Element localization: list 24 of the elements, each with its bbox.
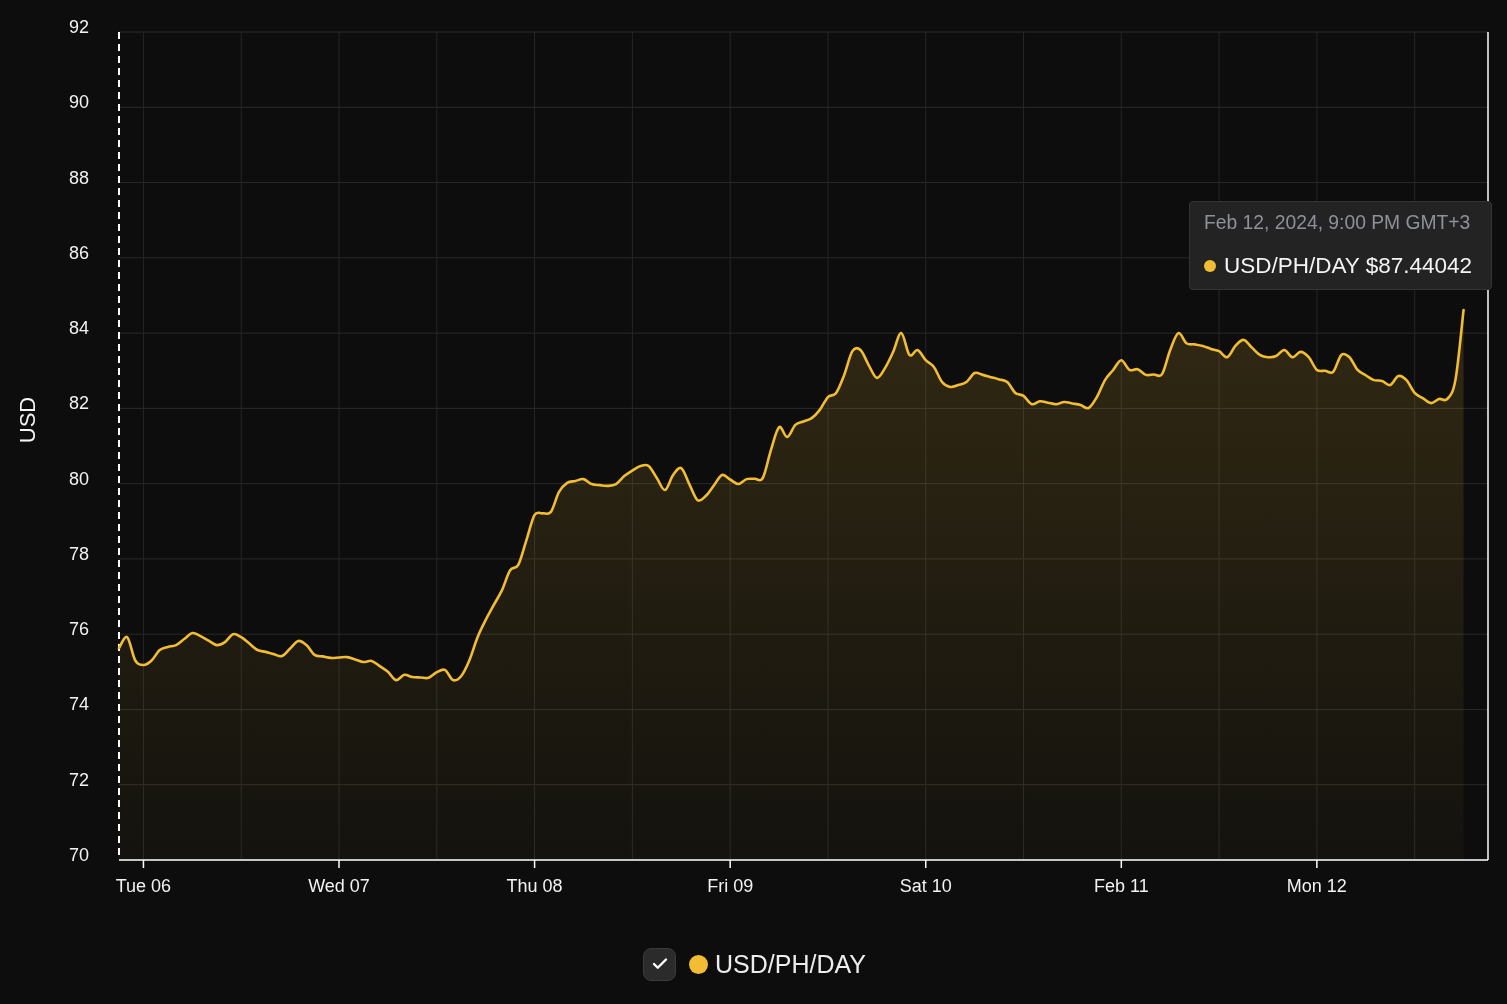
x-tick-label: Thu 08 xyxy=(506,876,563,896)
y-tick-label: 90 xyxy=(68,92,89,113)
y-tick-label: 86 xyxy=(68,242,89,263)
tooltip-title: Feb 12, 2024, 9:00 PM GMT+3 xyxy=(1204,212,1472,234)
tooltip-value: USD/PH/DAY $87.44042 xyxy=(1224,252,1473,279)
x-tick-label: Fri 09 xyxy=(707,876,754,896)
y-tick-label: 92 xyxy=(68,17,89,37)
y-tick-label: 84 xyxy=(68,318,89,339)
y-tick-label: 70 xyxy=(68,845,89,865)
x-tick-label: Mon 12 xyxy=(1286,876,1347,896)
y-tick-label: 72 xyxy=(68,769,89,790)
x-tick-label: Feb 11 xyxy=(1093,876,1149,896)
legend-label: USD/PH/DAY xyxy=(715,949,866,979)
y-tick-label: 78 xyxy=(68,543,89,564)
y-tick-label: 82 xyxy=(68,393,89,414)
y-tick-label: 74 xyxy=(68,694,89,715)
x-tick-label: Tue 06 xyxy=(115,876,172,896)
x-tick-label: Wed 07 xyxy=(308,876,370,896)
legend-checkbox[interactable] xyxy=(643,947,676,981)
y-tick-label: 88 xyxy=(68,167,89,188)
x-tick-label: Sat 10 xyxy=(899,876,952,896)
y-tick-label: 80 xyxy=(68,468,89,489)
y-axis-title: USD xyxy=(14,396,40,444)
y-tick-label: 76 xyxy=(68,619,89,640)
